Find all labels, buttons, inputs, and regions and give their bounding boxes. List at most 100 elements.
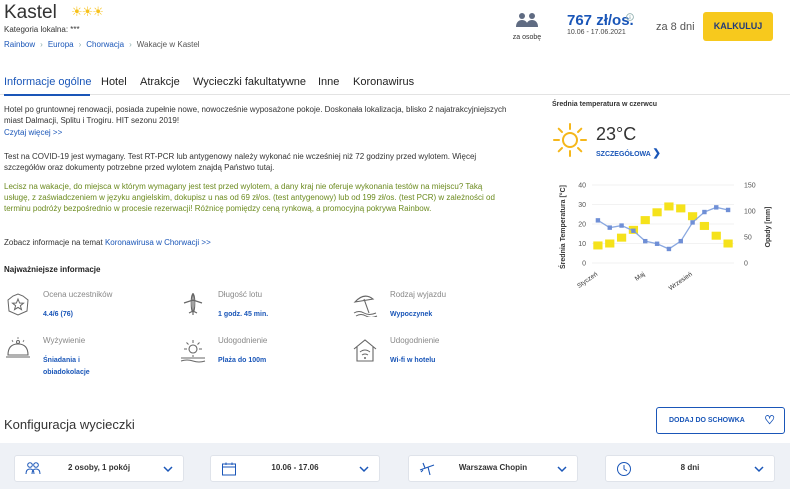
tab-general-info[interactable]: Informacje ogólne xyxy=(4,76,91,88)
airplane-icon xyxy=(183,293,203,315)
y-tick-right: 50 xyxy=(744,235,752,242)
chart-grid xyxy=(592,184,734,264)
people-icon xyxy=(516,13,538,27)
wifi-house-icon xyxy=(353,339,377,362)
trip-length: za 8 dni xyxy=(656,21,695,33)
price-block: 767 zł/os. 10.06 - 17.06.2021 xyxy=(567,12,634,36)
y-axis-label-right: Opady [mm] xyxy=(765,207,772,248)
covid-info-prefix: Zobacz informacje na temat xyxy=(4,238,105,247)
precipitation-line xyxy=(595,205,731,252)
precipitation-point xyxy=(714,205,719,210)
price-dates: 10.06 - 17.06.2021 xyxy=(567,29,626,36)
info-icon[interactable] xyxy=(626,13,634,21)
beach-umbrella-icon xyxy=(353,295,378,317)
add-to-favorites-button[interactable]: DODAJ DO SCHOWKA ♡ xyxy=(656,407,785,434)
tab-optional-trips[interactable]: Wycieczki fakultatywne xyxy=(193,76,306,88)
weather-details-label: SZCZEGÓŁOWA xyxy=(596,151,651,158)
covid-info-link[interactable]: Koronawirusa w Chorwacji >> xyxy=(105,238,211,247)
y-tick-right: 150 xyxy=(744,183,756,190)
persons-selector[interactable]: za osobę xyxy=(507,12,547,41)
temperature-bar xyxy=(652,208,662,217)
precipitation-point xyxy=(702,209,707,215)
chevron-down-icon xyxy=(754,466,764,473)
temperature-bar xyxy=(699,221,710,230)
read-more-link[interactable]: Czytaj więcej >> xyxy=(4,127,62,138)
persons-rooms-select[interactable]: 2 osoby, 1 pokój xyxy=(14,455,184,482)
star-rating-icons: ☀☀☀ xyxy=(71,4,104,19)
precipitation-point xyxy=(619,223,624,228)
x-tick-label: Wrzesień xyxy=(668,271,694,292)
y-tick-left: 40 xyxy=(578,183,586,190)
chevron-right-icon: › xyxy=(78,40,82,49)
precipitation-point xyxy=(725,207,731,213)
temperature-bar xyxy=(640,216,650,225)
dates-select[interactable]: 10.06 - 17.06 xyxy=(210,455,380,482)
precipitation-point xyxy=(666,246,672,252)
y-axis-label-left: Średnia Temperatura [°C] xyxy=(558,185,567,269)
key-info-value: Wi-fi w hotelu xyxy=(390,357,436,364)
local-category: Kategoria lokalna: *** xyxy=(4,25,80,34)
departure-airport-select[interactable]: Warszawa Chopin xyxy=(408,455,578,482)
breadcrumb-chorwacja[interactable]: Chorwacja xyxy=(86,40,124,49)
temperature-bar xyxy=(593,241,603,250)
y-tick-left: 20 xyxy=(578,222,586,229)
breadcrumb-rainbow[interactable]: Rainbow xyxy=(4,40,35,49)
key-info-label: Wyżywienie xyxy=(43,336,86,345)
key-info-label: Ocena uczestników xyxy=(43,290,113,299)
covid-test-offer: Lecisz na wakacje, do miejsca w którym w… xyxy=(4,182,495,213)
breadcrumb-europa[interactable]: Europa xyxy=(48,40,74,49)
persons-rooms-value: 2 osoby, 1 pokój xyxy=(67,463,131,472)
chevron-down-icon xyxy=(557,466,567,473)
food-cloche-icon xyxy=(6,337,30,358)
x-tick-label: Styczeń xyxy=(576,271,599,290)
temperature-bar xyxy=(664,202,674,211)
key-info-value: 4.4/6 (76) xyxy=(43,311,73,318)
tab-bar: Informacje ogólne Hotel Atrakcje Wyciecz… xyxy=(0,73,790,95)
tab-attractions[interactable]: Atrakcje xyxy=(140,76,180,88)
key-info-label: Udogodnienie xyxy=(218,336,268,345)
add-to-favorites-label: DODAJ DO SCHOWKA xyxy=(669,417,745,424)
duration-select[interactable]: 8 dni xyxy=(605,455,775,482)
calculate-button[interactable]: KALKULUJ xyxy=(703,12,773,41)
tab-other[interactable]: Inne xyxy=(318,76,339,88)
key-info-label: Długość lotu xyxy=(218,290,263,299)
key-info-value: 1 godz. 45 min. xyxy=(218,311,269,318)
key-info-title: Najważniejsze informacje xyxy=(4,265,101,274)
key-info-label: Udogodnienie xyxy=(390,336,440,345)
weather-title: Średnia temperatura w czerwcu xyxy=(552,101,658,108)
precipitation-point xyxy=(631,228,636,233)
key-info-value: Wypoczynek xyxy=(390,311,433,318)
temperature-value: 23°C xyxy=(596,124,637,144)
chevron-right-icon: › xyxy=(40,40,43,49)
precipitation-point xyxy=(654,241,660,246)
persons-label: za osobę xyxy=(512,34,542,41)
chart-ticks: 0 10 20 30 40 0 50 100 150 Styczeń Maj Wrzesień xyxy=(576,183,756,293)
tab-hotel[interactable]: Hotel xyxy=(101,76,127,88)
breadcrumb-current: Wakacje w Kastel xyxy=(136,40,200,49)
temperature-bar xyxy=(616,233,627,242)
covid-test-info: Test na COVID-19 jest wymagany. Test RT-… xyxy=(4,152,477,172)
weather-details-link[interactable]: SZCZEGÓŁOWA ❯ xyxy=(596,148,661,159)
y-tick-right: 0 xyxy=(744,261,748,268)
precipitation-point xyxy=(690,220,695,225)
chevron-down-icon xyxy=(163,466,173,473)
y-tick-left: 10 xyxy=(578,241,586,248)
config-title: Konfiguracja wycieczki xyxy=(4,417,135,432)
hotel-description: Hotel po gruntownej renowacji, posiada z… xyxy=(4,105,507,125)
departure-airport-value: Warszawa Chopin xyxy=(458,463,528,472)
page-title: Kastel xyxy=(4,2,57,23)
precipitation-point xyxy=(607,225,612,230)
temperature-bar xyxy=(711,231,721,240)
climate-chart: 0 10 20 30 40 0 50 100 150 Styczeń Maj Wrzesień Śre… xyxy=(558,183,772,293)
precipitation-point xyxy=(643,238,648,244)
tab-coronavirus[interactable]: Koronawirus xyxy=(353,76,414,88)
y-tick-left: 30 xyxy=(578,202,586,209)
key-info-label: Rodzaj wyjazdu xyxy=(390,290,447,299)
temperature-bar xyxy=(723,239,733,248)
key-info-value: Plaża do 100m xyxy=(218,357,267,364)
y-tick-left: 0 xyxy=(582,261,586,268)
precipitation-point xyxy=(595,218,601,223)
duration-value: 8 dni xyxy=(680,463,700,472)
beach-sun-icon xyxy=(180,340,206,363)
chevron-right-icon: › xyxy=(129,40,132,49)
